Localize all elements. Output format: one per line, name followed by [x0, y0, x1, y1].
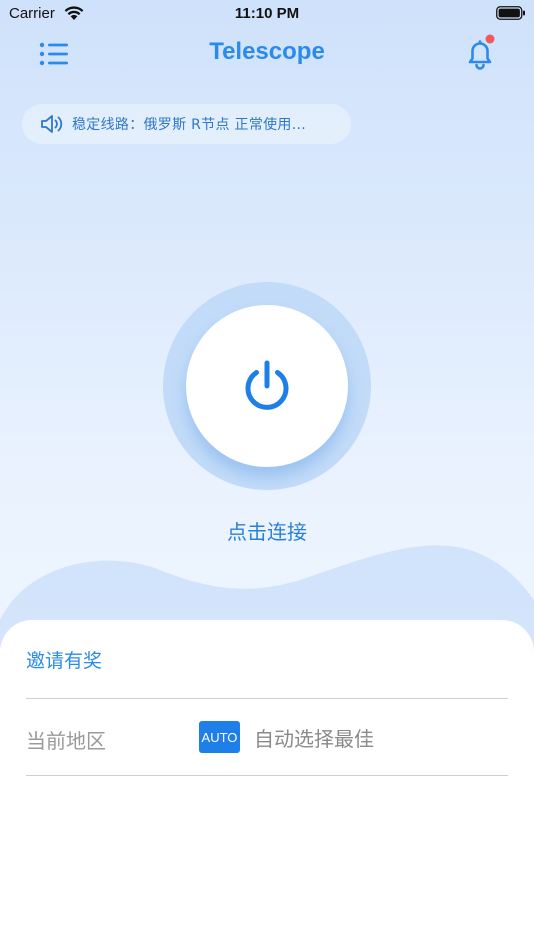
route-notice-banner[interactable]: 稳定线路：俄罗斯 R节点 正常使用... [22, 104, 351, 144]
power-connect-button[interactable] [186, 305, 348, 467]
invite-reward-item[interactable]: 邀请有奖 [26, 646, 102, 673]
app-title: Telescope [209, 38, 325, 65]
connect-label: 点击连接 [227, 520, 307, 544]
divider [26, 698, 508, 699]
power-icon [245, 360, 289, 410]
battery-icon [496, 6, 525, 20]
speaker-icon [41, 115, 63, 133]
region-value: 自动选择最佳 [254, 726, 374, 751]
notifications-button[interactable] [462, 34, 500, 72]
route-notice-text: 稳定线路：俄罗斯 R节点 正常使用... [72, 117, 306, 133]
divider [26, 775, 508, 776]
region-selector[interactable]: AUTO 自动选择最佳 [199, 720, 374, 754]
status-time: 11:10 PM [234, 5, 300, 22]
status-bar: Carrier 11:10 PM [0, 0, 534, 28]
auto-badge: AUTO [199, 721, 240, 753]
notification-dot [485, 34, 495, 44]
current-region-label: 当前地区 [26, 729, 106, 753]
